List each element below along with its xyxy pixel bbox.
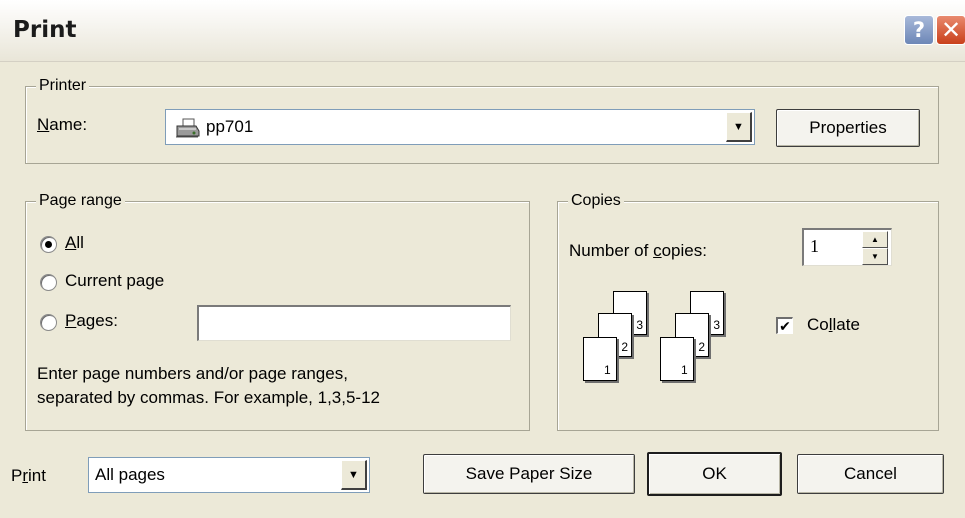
collate-page-1: 1 <box>583 337 617 381</box>
printer-name-label: Name: <box>37 115 88 134</box>
number-of-copies-label: Number of copies: <box>569 241 707 260</box>
properties-button[interactable]: Properties <box>776 109 920 147</box>
collate-label[interactable]: Collate <box>807 315 860 335</box>
cancel-button[interactable]: Cancel <box>797 454 944 494</box>
arrow-up-icon: ▲ <box>871 235 879 244</box>
printer-group-label: Printer <box>36 76 90 96</box>
printer-icon <box>174 117 200 139</box>
help-button[interactable]: ? <box>904 15 934 45</box>
print-what-value: All pages <box>95 465 165 484</box>
copies-value[interactable]: 1 <box>810 236 819 257</box>
printer-name-value: pp701 <box>206 117 254 136</box>
page-range-help-line-2: separated by commas. For example, 1,3,5-… <box>37 388 380 407</box>
pages-input[interactable] <box>197 305 511 341</box>
printer-name-select[interactable]: pp701 ▼ <box>165 109 755 145</box>
close-icon: ✕ <box>940 16 962 44</box>
collate-page-1: 1 <box>660 337 694 381</box>
chevron-down-icon: ▼ <box>733 120 744 133</box>
print-dialog: Print ? ✕ Printer Name: pp701 ▼ Properti… <box>0 0 965 518</box>
close-button[interactable]: ✕ <box>936 15 965 45</box>
print-what-dropdown-button[interactable]: ▼ <box>341 460 367 490</box>
print-what-select[interactable]: All pages ▼ <box>88 457 370 493</box>
radio-current-page[interactable] <box>40 274 57 291</box>
title-bar[interactable]: Print ? ✕ <box>0 0 965 62</box>
ok-button[interactable]: OK <box>647 452 782 496</box>
printer-dropdown-button[interactable]: ▼ <box>726 112 752 142</box>
page-range-group-label: Page range <box>36 191 125 211</box>
save-paper-size-button[interactable]: Save Paper Size <box>423 454 635 494</box>
copies-decrement-button[interactable]: ▼ <box>862 248 888 265</box>
collate-illustration: 3 2 1 3 2 1 <box>580 285 770 395</box>
copies-stepper[interactable]: 1 ▲ ▼ <box>802 228 892 266</box>
arrow-down-icon: ▼ <box>871 252 879 261</box>
radio-all[interactable] <box>40 236 57 253</box>
radio-pages-label[interactable]: Pages: <box>65 311 118 331</box>
copies-increment-button[interactable]: ▲ <box>862 231 888 248</box>
page-range-help-line-1: Enter page numbers and/or page ranges, <box>37 364 348 383</box>
checkmark-icon: ✔ <box>779 318 791 334</box>
print-what-label: Print <box>11 466 46 485</box>
collate-checkbox[interactable]: ✔ <box>776 317 793 334</box>
radio-pages[interactable] <box>40 314 57 331</box>
radio-current-page-label[interactable]: Current page <box>65 271 164 291</box>
copies-group-label: Copies <box>568 191 624 211</box>
radio-all-label[interactable]: All <box>65 233 84 253</box>
help-icon: ? <box>912 18 926 42</box>
dialog-title: Print <box>13 17 77 43</box>
chevron-down-icon: ▼ <box>348 468 359 481</box>
